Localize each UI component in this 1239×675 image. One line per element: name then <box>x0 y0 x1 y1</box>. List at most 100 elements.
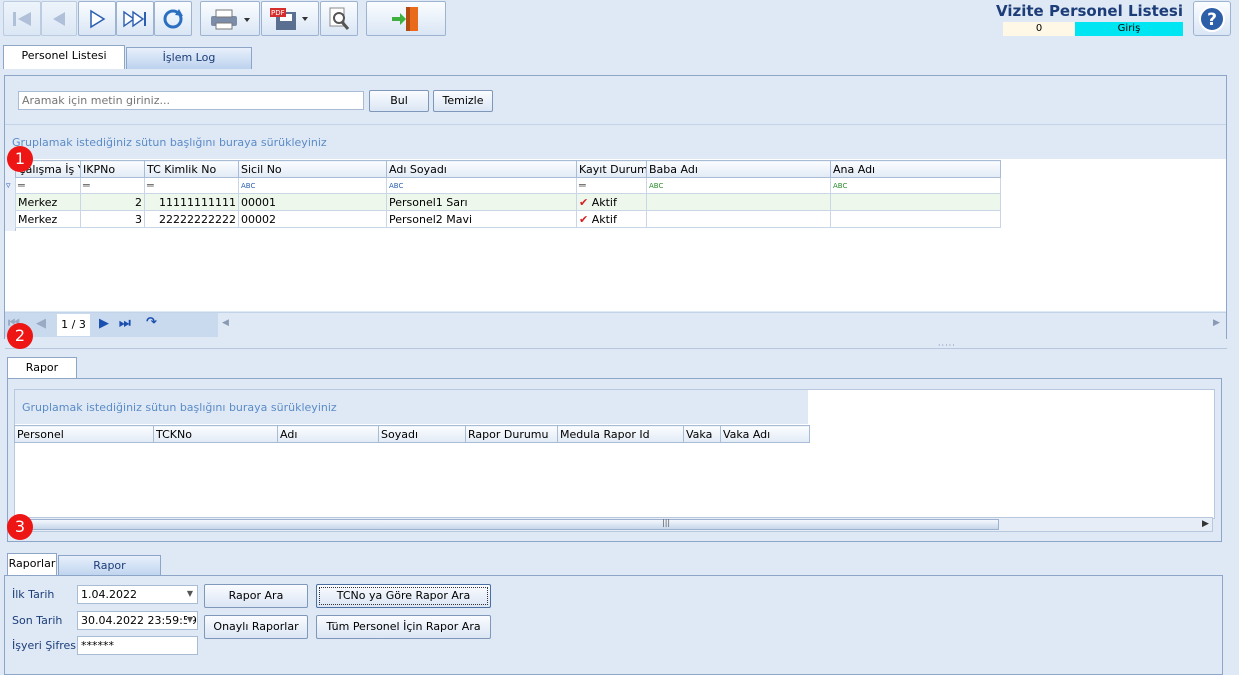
filter-equals-icon[interactable]: ═ <box>144 177 239 194</box>
col-tc[interactable]: TC Kimlik No <box>144 160 239 178</box>
col-vaka[interactable]: Vaka <box>683 425 721 443</box>
col-vaka-adi[interactable]: Vaka Adı <box>720 425 810 443</box>
son-tarih-label: Son Tarih <box>12 614 63 627</box>
son-tarih-value: 30.04.2022 23:59:59 <box>81 614 197 627</box>
scroll-right-icon[interactable]: ▶ <box>1213 318 1220 328</box>
tum-personel-rapor-ara-button[interactable]: Tüm Personel İçin Rapor Ara <box>316 615 491 639</box>
filter-abc-icon[interactable]: ABC <box>830 177 1001 194</box>
col-ana[interactable]: Ana Adı <box>830 160 1001 178</box>
printer-icon <box>211 9 250 29</box>
print-button[interactable] <box>200 1 260 36</box>
help-button[interactable]: ? <box>1193 1 1231 36</box>
col-durum[interactable]: Kayıt Durumu <box>576 160 647 178</box>
preview-button[interactable] <box>320 1 358 36</box>
cell-adsoyad: Personel2 Mavi <box>386 210 577 228</box>
sifre-label: İşyeri Şifresi <box>12 639 80 652</box>
previous-record-button[interactable] <box>41 1 77 36</box>
splitter[interactable] <box>5 348 1227 349</box>
svg-text:?: ? <box>1207 10 1217 30</box>
last-record-button[interactable] <box>116 1 154 36</box>
filter-icon: ▿ <box>6 181 11 191</box>
tab-personel-listesi[interactable]: Personel Listesi <box>3 45 125 69</box>
tab-islem-log[interactable]: İşlem Log <box>126 47 252 69</box>
table-row[interactable]: Merkez 3 22222222222 00002 Personel2 Mav… <box>15 210 1001 228</box>
col-sicil[interactable]: Sicil No <box>238 160 387 178</box>
cell-ana <box>830 193 1001 211</box>
refresh-button[interactable] <box>154 1 192 36</box>
annotation-badge-3: 3 <box>7 514 33 540</box>
col-adi[interactable]: Adı <box>277 425 379 443</box>
rapor-grid: Personel TCKNo Adı Soyadı Rapor Durumu M… <box>14 425 810 443</box>
son-tarih-input[interactable]: 30.04.2022 23:59:59 ▼ <box>77 611 198 630</box>
ilk-tarih-input[interactable]: 1.04.2022 ▼ <box>77 585 198 604</box>
pager-next-icon[interactable]: ▶ <box>99 316 109 331</box>
col-personel[interactable]: Personel <box>14 425 154 443</box>
refresh-icon <box>163 8 183 28</box>
pdf-save-icon: PDF <box>270 7 308 30</box>
filter-row[interactable]: ═ ═ ═ ABC ABC ═ ABC ABC <box>15 177 1001 194</box>
first-record-button[interactable] <box>3 1 41 36</box>
svg-text:PDF: PDF <box>271 9 285 17</box>
exit-button[interactable] <box>366 1 446 36</box>
prev-icon <box>53 11 65 26</box>
col-ikpno[interactable]: IKPNo <box>80 160 145 178</box>
filter-abc-icon[interactable]: ABC <box>238 177 387 194</box>
col-soyadi[interactable]: Soyadı <box>378 425 466 443</box>
scroll-grip-icon: ||| <box>662 518 671 527</box>
cell-ikpno: 3 <box>80 210 145 228</box>
cell-tc: 11111111111 <box>144 193 239 211</box>
search-input[interactable] <box>18 91 364 110</box>
personel-grid: Çalışma İş Yeri IKPNo TC Kimlik No Sicil… <box>15 160 1001 228</box>
filter-equals-icon[interactable]: ═ <box>80 177 145 194</box>
tab-rapor-listesi[interactable]: Rapor Listesi <box>7 357 77 394</box>
export-pdf-button[interactable]: PDF <box>261 1 319 36</box>
splitter-grip-icon[interactable]: ····· <box>938 341 956 350</box>
filter-abc-icon[interactable]: ABC <box>386 177 577 194</box>
cell-isyeri: Merkez <box>15 210 81 228</box>
ilk-tarih-label: İlk Tarih <box>12 588 55 601</box>
col-medula-id[interactable]: Medula Rapor Id <box>557 425 684 443</box>
chevron-down-icon[interactable]: ▼ <box>186 615 193 624</box>
filter-abc-icon[interactable]: ABC <box>646 177 831 194</box>
tab-raporlar[interactable]: Raporlar <box>7 553 57 576</box>
tab-rapor-onay[interactable]: Rapor Onay/Bildirim <box>58 555 161 592</box>
table-row[interactable]: Merkez 2 11111111111 00001 Personel1 Sar… <box>15 193 1001 211</box>
search-button[interactable]: Bul <box>369 90 429 112</box>
col-baba[interactable]: Baba Adı <box>646 160 831 178</box>
col-tckno[interactable]: TCKNo <box>153 425 278 443</box>
first-icon <box>13 11 31 26</box>
rapor-scroll-thumb[interactable] <box>26 519 999 530</box>
record-counter: 0 <box>1003 22 1075 36</box>
clear-button[interactable]: Temizle <box>433 90 493 112</box>
tcno-rapor-ara-button[interactable]: TCNo ya Göre Rapor Ara <box>316 584 491 608</box>
col-adsoyad[interactable]: Adı Soyadı <box>386 160 577 178</box>
sifre-input[interactable]: ****** <box>77 636 198 655</box>
annotation-badge-2: 2 <box>7 323 33 349</box>
group-hint: Gruplamak istediğiniz sütun başlığını bu… <box>12 136 327 149</box>
onayli-raporlar-button[interactable]: Onaylı Raporlar <box>204 615 308 639</box>
cell-adsoyad: Personel1 Sarı <box>386 193 577 211</box>
filter-equals-icon[interactable]: ═ <box>15 177 81 194</box>
cell-baba <box>646 210 831 228</box>
check-icon: ✔ <box>579 195 589 209</box>
next-record-button[interactable] <box>78 1 116 36</box>
scroll-left-icon[interactable]: ◀ <box>222 318 229 328</box>
pager-refresh-icon[interactable]: ↷ <box>146 315 157 330</box>
rapor-ara-button[interactable]: Rapor Ara <box>204 584 308 608</box>
filter-equals-icon[interactable]: ═ <box>576 177 647 194</box>
chevron-down-icon[interactable]: ▼ <box>187 589 193 598</box>
cell-durum: ✔ Aktif <box>576 193 647 211</box>
cell-sicil: 00002 <box>238 210 387 228</box>
durum-text: Aktif <box>591 212 617 226</box>
cell-tc: 22222222222 <box>144 210 239 228</box>
pager-last-icon[interactable]: ⏭ <box>119 316 131 331</box>
cell-baba <box>646 193 831 211</box>
scroll-right-icon[interactable]: ▶ <box>1202 519 1209 529</box>
durum-text: Aktif <box>591 195 617 209</box>
col-rapor-durumu[interactable]: Rapor Durumu <box>465 425 558 443</box>
pager-position: 1 / 3 <box>57 314 90 336</box>
cell-ana <box>830 210 1001 228</box>
pager-prev-icon[interactable]: ◀ <box>36 316 46 331</box>
ilk-tarih-value: 1.04.2022 <box>81 588 137 601</box>
page-title: Vizite Personel Listesi <box>996 2 1183 20</box>
